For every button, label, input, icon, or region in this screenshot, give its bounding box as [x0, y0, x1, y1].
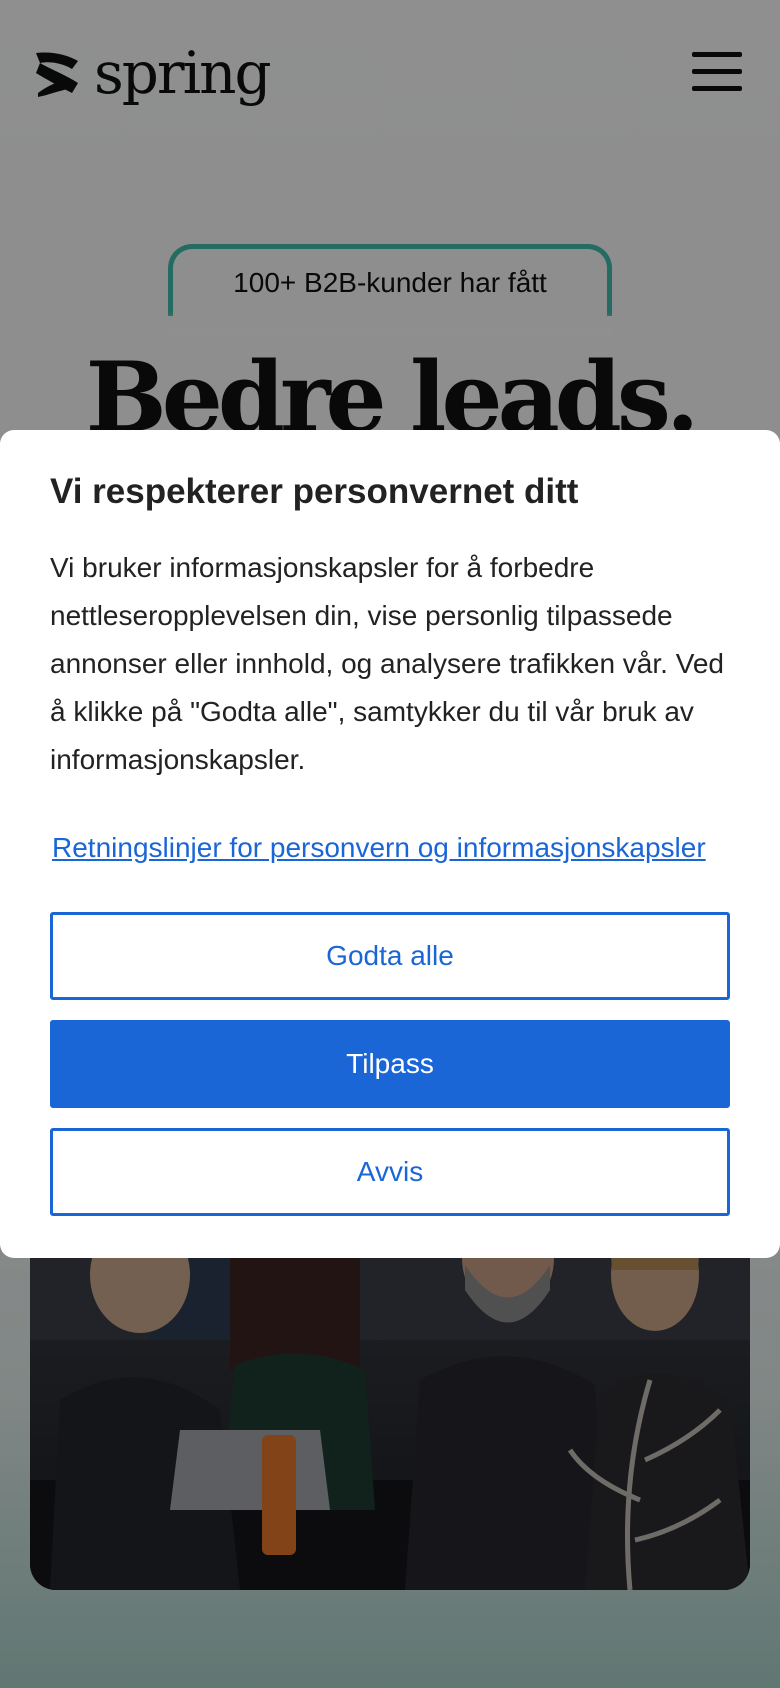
privacy-policy-link[interactable]: Retningslinjer for personvern og informa… [52, 832, 706, 864]
reject-button[interactable]: Avvis [50, 1128, 730, 1216]
cookie-dialog-text: Vi bruker informasjonskapsler for å forb… [50, 552, 724, 727]
page: spring 100+ B2B-kunder har fått Bedre le… [0, 0, 780, 1688]
accept-all-button[interactable]: Godta alle [50, 912, 730, 1000]
cookie-dialog-title: Vi respekterer personvernet ditt [50, 472, 579, 511]
cookie-dialog-text-end: informasjonskapsler. [50, 744, 306, 775]
cookie-dialog-body: Vi bruker informasjonskapsler for å forb… [50, 544, 740, 784]
customize-button[interactable]: Tilpass [50, 1020, 730, 1108]
